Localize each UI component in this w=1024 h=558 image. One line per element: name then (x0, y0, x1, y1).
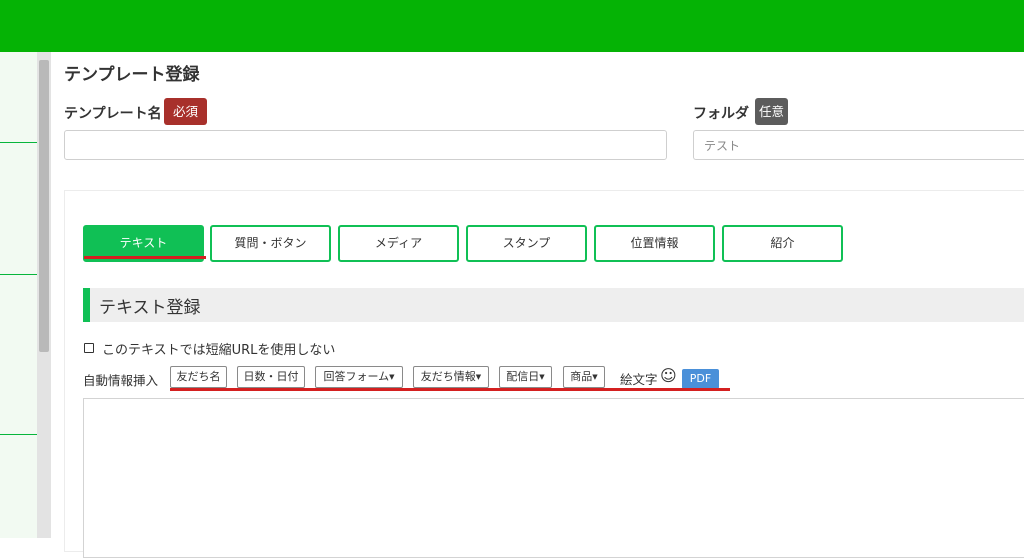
message-textarea[interactable] (83, 398, 1024, 558)
insert-days-date-label: 日数・日付 (243, 370, 299, 383)
scrollbar-thumb[interactable] (39, 60, 49, 352)
template-name-input[interactable] (64, 130, 667, 160)
emoji-label: 絵文字 (620, 372, 658, 387)
caret-down-icon: ▼ (592, 373, 598, 381)
insert-answer-form-label: 回答フォーム (323, 370, 390, 383)
required-badge: 必須 (164, 98, 207, 125)
insert-friend-name-button[interactable]: 友だち名 (170, 366, 227, 388)
insert-friend-name-label: 友だち名 (176, 370, 221, 383)
smiley-emoji-icon[interactable]: ☺ (660, 367, 677, 385)
insert-product-dropdown[interactable]: 商品▼ (563, 366, 605, 388)
caret-down-icon: ▼ (389, 373, 395, 381)
template-name-label: テンプレート名 (64, 106, 162, 122)
insert-friend-info-label: 友だち情報 (420, 370, 476, 383)
sidebar-divider (0, 142, 37, 143)
insert-toolbar-highlight-underline (170, 388, 730, 391)
section-header-accent (83, 288, 90, 322)
pdf-button[interactable]: PDF (682, 369, 719, 389)
insert-answer-form-dropdown[interactable]: 回答フォーム▼ (315, 366, 403, 388)
caret-down-icon: ▼ (475, 373, 482, 381)
tab-introduction[interactable]: 紹介 (722, 225, 843, 262)
tab-location[interactable]: 位置情報 (594, 225, 715, 262)
folder-input[interactable] (693, 130, 1024, 160)
insert-delivery-date-dropdown[interactable]: 配信日▼ (499, 366, 552, 388)
tab-stamp[interactable]: スタンプ (466, 225, 587, 262)
section-header: テキスト登録 (83, 288, 1024, 322)
tab-media[interactable]: メディア (338, 225, 459, 262)
top-header-bar (0, 0, 1024, 52)
insert-days-date-button[interactable]: 日数・日付 (237, 366, 305, 388)
page-title: テンプレート登録 (64, 65, 200, 85)
sidebar-divider (0, 274, 37, 275)
insert-product-label: 商品 (570, 370, 593, 383)
short-url-checkbox[interactable] (84, 343, 94, 353)
sidebar (0, 52, 37, 538)
optional-badge: 任意 (755, 98, 788, 125)
tab-question-button[interactable]: 質問・ボタン (210, 225, 331, 262)
active-tab-highlight-underline (84, 256, 206, 259)
short-url-checkbox-label[interactable]: このテキストでは短縮URLを使用しない (102, 339, 335, 358)
section-title: テキスト登録 (99, 298, 201, 318)
auto-insert-label: 自動情報挿入 (83, 373, 159, 388)
caret-down-icon: ▼ (539, 373, 545, 381)
folder-label: フォルダ (693, 106, 749, 122)
insert-friend-info-dropdown[interactable]: 友だち情報▼ (413, 366, 489, 388)
insert-delivery-date-label: 配信日 (506, 370, 540, 383)
sidebar-divider (0, 434, 37, 435)
